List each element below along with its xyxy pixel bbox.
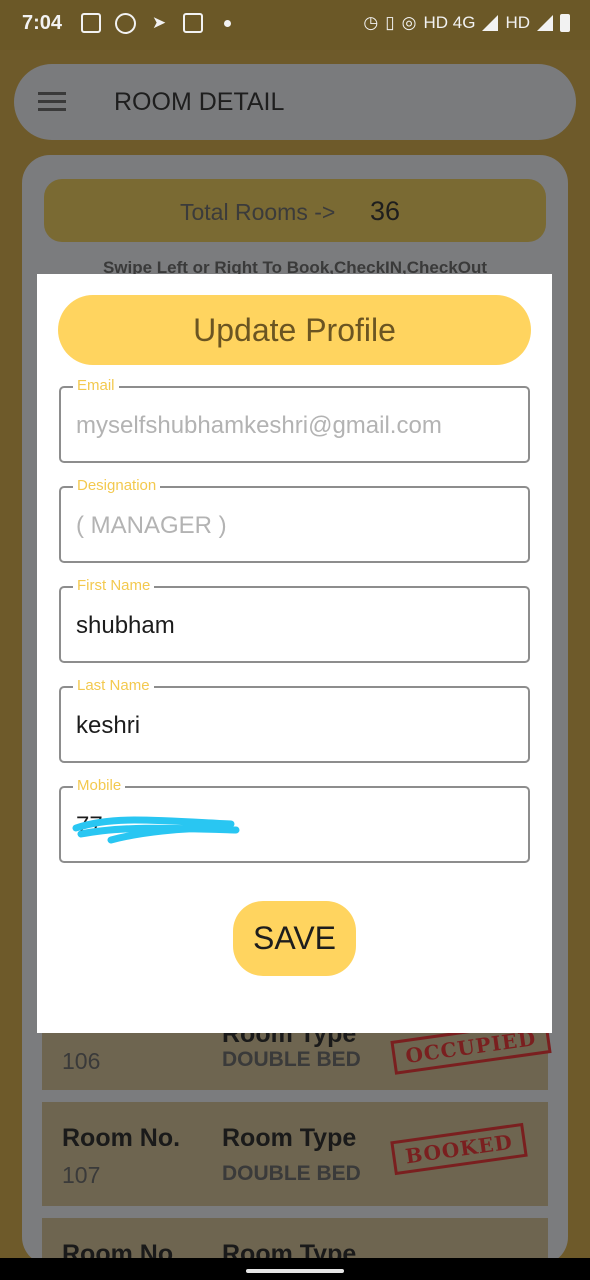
first-name-label: First Name — [73, 577, 155, 594]
news-icon — [80, 12, 102, 34]
last-name-value[interactable]: keshri — [76, 712, 140, 740]
room-card[interactable]: Room No. Room Type — [42, 1218, 548, 1258]
designation-value: ( MANAGER ) — [76, 512, 227, 539]
last-name-field[interactable]: Last Name keshri — [59, 677, 530, 763]
system-icons: ◷ ▯ ◎ HD 4G HD — [363, 13, 570, 33]
network-type-label: HD 4G — [423, 13, 476, 32]
mobile-field[interactable]: Mobile 77 — [59, 777, 530, 863]
vibrate-icon: ▯ — [385, 13, 395, 32]
notification-icons: ➤ — [80, 12, 238, 34]
room-type-label: Room Type — [222, 1124, 357, 1152]
dialog-title: Update Profile — [58, 295, 531, 365]
app-bar: ROOM DETAIL — [14, 64, 576, 140]
battery-icon — [560, 14, 570, 32]
update-profile-dialog: Update Profile Email myselfshubhamkeshri… — [37, 274, 552, 1033]
designation-label: Designation — [73, 477, 161, 494]
first-name-field[interactable]: First Name shubham — [59, 577, 530, 663]
room-type-value: DOUBLE BED — [222, 1048, 361, 1071]
room-number-label: Room No. — [62, 1240, 181, 1258]
status-time: 7:04 — [22, 12, 63, 34]
page-title: ROOM DETAIL — [114, 88, 285, 116]
home-gesture-handle[interactable] — [246, 1269, 344, 1273]
redaction-scribble — [72, 816, 240, 844]
designation-field: Designation ( MANAGER ) — [59, 477, 530, 563]
calculator-icon — [182, 12, 204, 34]
telegram-icon: ➤ — [151, 13, 167, 32]
hotspot-icon: ◎ — [401, 13, 417, 32]
more-notifications-dot-icon — [216, 12, 238, 34]
room-number: 107 — [62, 1162, 101, 1188]
status-stamp: BOOKED — [390, 1122, 528, 1176]
room-card[interactable]: Room No. Room Type 107 DOUBLE BED BOOKED — [42, 1102, 548, 1206]
email-field: Email myselfshubhamkeshri@gmail.com — [59, 377, 530, 463]
save-button[interactable]: SAVE — [233, 901, 356, 976]
whatsapp-icon — [114, 12, 136, 34]
status-bar: 7:04 ➤ ◷ ▯ ◎ HD 4G HD — [0, 0, 590, 50]
hamburger-menu-icon[interactable] — [38, 92, 66, 112]
room-number: 106 — [62, 1048, 101, 1074]
email-label: Email — [73, 377, 119, 394]
signal-icon — [482, 15, 499, 31]
room-type-label: Room Type — [222, 1240, 357, 1258]
mobile-label: Mobile — [73, 777, 126, 794]
first-name-value[interactable]: shubham — [76, 612, 175, 640]
email-value: myselfshubhamkeshri@gmail.com — [76, 412, 442, 439]
signal-icon-2 — [537, 15, 553, 31]
total-rooms-label: Total Rooms -> — [180, 199, 336, 225]
alarm-icon: ◷ — [363, 13, 379, 32]
total-rooms-value: 36 — [370, 196, 401, 226]
network-type-label-2: HD — [505, 13, 530, 32]
last-name-label: Last Name — [73, 677, 154, 694]
room-number-label: Room No. — [62, 1124, 181, 1152]
room-type-value: DOUBLE BED — [222, 1162, 361, 1185]
